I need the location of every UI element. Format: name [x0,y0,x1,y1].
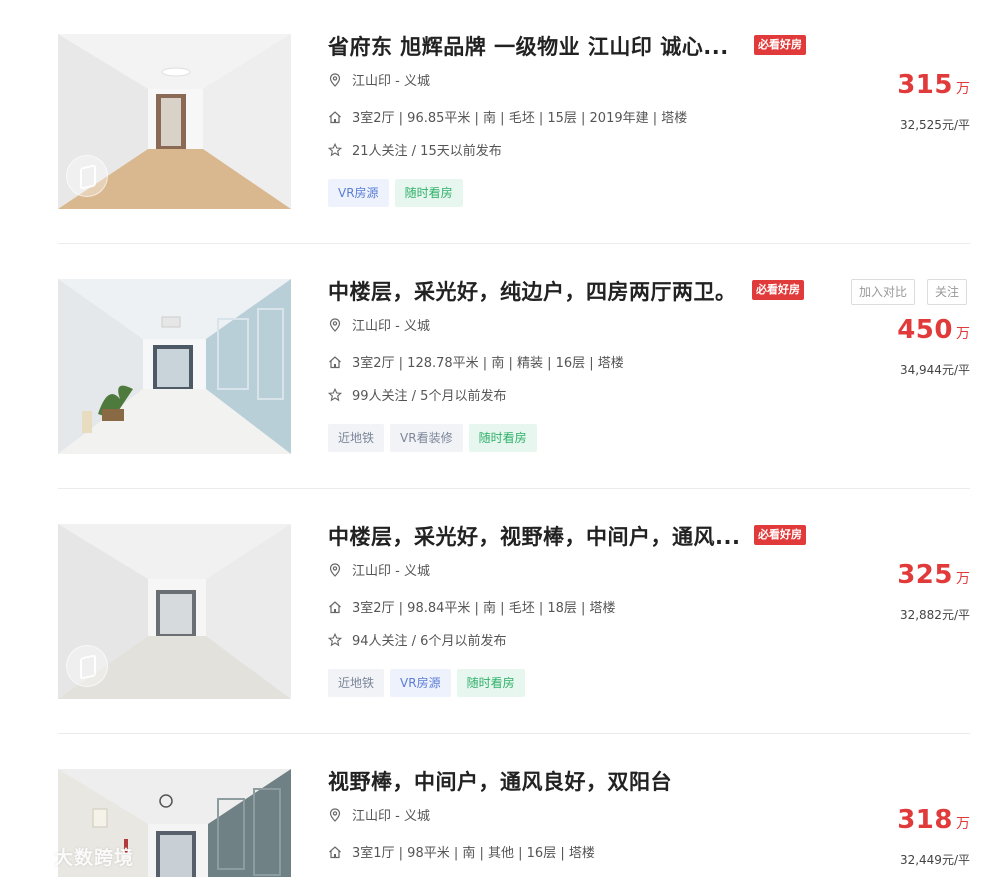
vr-view-icon [66,155,108,197]
info-text: 3室2厅 | 96.85平米 | 南 | 毛坯 | 15层 | 2019年建 |… [352,111,688,126]
total-price: 315 万 [897,70,970,100]
price-value: 315 [897,70,953,100]
info-text: 3室1厅 | 98平米 | 南 | 其他 | 16层 | 塔楼 [352,846,595,861]
star-outline-icon [328,633,342,647]
must-see-badge: 必看好房 [754,35,806,55]
price-value: 450 [897,315,953,345]
tag-near-subway: 近地铁 [328,424,385,452]
house-icon [329,846,341,859]
follow-text: 94人关注 / 6个月以前发布 [352,634,507,649]
price-value: 325 [897,560,953,590]
info-text: 3室2厅 | 98.84平米 | 南 | 毛坯 | 18层 | 塔楼 [352,601,616,616]
location-pin-icon [329,563,341,577]
price-unit: 万 [956,326,970,342]
listing-item[interactable]: 视野棒，中间户，通风良好，双阳台 江山印 - 义城 3室1厅 | 98平米 | … [58,769,970,877]
tag-list: 近地铁 VR房源 随时看房 [328,669,531,697]
listing-location: 江山印 - 义城 [328,807,430,827]
must-see-badge: 必看好房 [752,280,804,300]
listing-title[interactable]: 中楼层，采光好，视野棒，中间户，通风... [328,524,740,550]
listing-item[interactable]: 中楼层，采光好，视野棒，中间户，通风... 必看好房 江山印 - 义城 3室2厅… [58,524,970,699]
listing-follow: 21人关注 / 15天以前发布 [328,142,502,162]
watermark-logo-icon [10,852,52,866]
divider [58,733,970,734]
divider [58,488,970,489]
house-icon [329,601,341,614]
listing-photo[interactable] [58,524,291,699]
must-see-badge: 必看好房 [754,525,806,545]
watermark: 大数跨境 [8,845,134,871]
vr-view-icon [66,645,108,687]
listing-location: 江山印 - 义城 [328,562,430,582]
listing-info: 3室2厅 | 96.85平米 | 南 | 毛坯 | 15层 | 2019年建 |… [328,109,687,129]
add-compare-button[interactable]: 加入对比 [851,279,916,305]
house-icon [329,356,341,369]
price-value: 318 [897,805,953,835]
listing-info: 3室1厅 | 98平米 | 南 | 其他 | 16层 | 塔楼 [328,844,595,864]
listing-info: 3室2厅 | 128.78平米 | 南 | 精装 | 16层 | 塔楼 [328,354,624,374]
unit-price: 32,882元/平 [899,608,970,622]
location-text[interactable]: 江山印 - 义城 [352,809,430,824]
tag-vr-decoration: VR看装修 [390,424,463,452]
listing-location: 江山印 - 义城 [328,317,430,337]
divider [58,243,970,244]
house-icon [329,111,341,124]
location-text[interactable]: 江山印 - 义城 [352,74,430,89]
tag-visit-anytime: 随时看房 [394,179,463,207]
listing-location: 江山印 - 义城 [328,72,430,92]
price-unit: 万 [956,81,970,97]
star-outline-icon [328,143,342,157]
tag-vr: VR房源 [390,669,451,697]
follow-button[interactable]: 关注 [927,279,968,305]
watermark-text: 大数跨境 [54,847,135,869]
location-text[interactable]: 江山印 - 义城 [352,564,430,579]
tag-list: 近地铁 VR看装修 随时看房 [328,424,543,452]
listing-item[interactable]: 中楼层，采光好，纯边户，四房两厅两卫。 必看好房 加入对比 关注 江山印 - 义… [58,279,970,454]
location-pin-icon [329,808,341,822]
unit-price: 32,449元/平 [899,853,970,867]
listing-title[interactable]: 中楼层，采光好，纯边户，四房两厅两卫。 [328,279,737,305]
listing-title[interactable]: 省府东 旭辉品牌 一级物业 江山印 诚心... [328,34,729,60]
follow-text: 21人关注 / 15天以前发布 [352,144,502,159]
listing-photo[interactable] [58,279,291,454]
follow-text: 99人关注 / 5个月以前发布 [352,389,507,404]
location-text[interactable]: 江山印 - 义城 [352,319,430,334]
tag-visit-anytime: 随时看房 [468,424,537,452]
price-unit: 万 [956,816,970,832]
listing-info: 3室2厅 | 98.84平米 | 南 | 毛坯 | 18层 | 塔楼 [328,599,616,619]
listing-photo[interactable] [58,34,291,209]
unit-price: 32,525元/平 [899,118,970,132]
location-pin-icon [329,318,341,332]
price-unit: 万 [956,571,970,587]
total-price: 325 万 [897,560,970,590]
location-pin-icon [329,73,341,87]
star-outline-icon [328,388,342,402]
room-photo-image [58,279,291,454]
listing-title[interactable]: 视野棒，中间户，通风良好，双阳台 [328,769,672,795]
tag-near-subway: 近地铁 [328,669,385,697]
total-price: 318 万 [897,805,970,835]
tag-list: VR房源 随时看房 [328,179,469,207]
unit-price: 34,944元/平 [899,363,970,377]
tag-visit-anytime: 随时看房 [456,669,525,697]
listing-item[interactable]: 省府东 旭辉品牌 一级物业 江山印 诚心... 必看好房 江山印 - 义城 3室… [58,34,970,209]
listing-follow: 94人关注 / 6个月以前发布 [328,632,506,652]
tag-vr: VR房源 [328,179,389,207]
listing-follow: 99人关注 / 5个月以前发布 [328,387,506,407]
total-price: 450 万 [897,315,970,345]
info-text: 3室2厅 | 128.78平米 | 南 | 精装 | 16层 | 塔楼 [352,356,624,371]
